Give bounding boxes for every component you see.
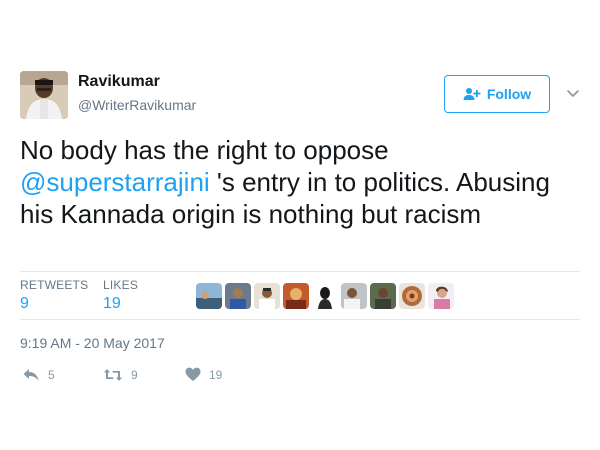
retweet-button[interactable]: 9 bbox=[103, 367, 138, 383]
tweet-text: No body has the right to oppose @superst… bbox=[20, 134, 580, 230]
liker-avatar[interactable] bbox=[399, 283, 425, 309]
liker-avatar[interactable] bbox=[428, 283, 454, 309]
like-button[interactable]: 19 bbox=[185, 367, 222, 382]
retweets-label: RETWEETS bbox=[20, 278, 89, 292]
reply-icon bbox=[23, 369, 39, 381]
like-count: 19 bbox=[209, 367, 223, 382]
liker-avatar[interactable] bbox=[283, 283, 309, 309]
retweets-count[interactable]: 9 bbox=[20, 295, 29, 313]
liker-avatar[interactable] bbox=[254, 283, 280, 309]
author-avatar-image bbox=[20, 71, 68, 119]
reply-button[interactable]: 5 bbox=[22, 367, 55, 383]
author-avatar[interactable] bbox=[20, 71, 68, 119]
liker-avatar[interactable] bbox=[312, 283, 338, 309]
tweet-timestamp[interactable]: 9:19 AM - 20 May 2017 bbox=[20, 335, 165, 351]
add-user-icon bbox=[463, 88, 481, 100]
likes-count[interactable]: 19 bbox=[103, 295, 121, 313]
retweet-icon bbox=[104, 369, 122, 381]
tweet-mention-link[interactable]: @superstarrajini bbox=[20, 167, 210, 197]
likes-label: LIKES bbox=[103, 278, 139, 292]
liker-avatar[interactable] bbox=[370, 283, 396, 309]
follow-button-label: Follow bbox=[486, 86, 532, 102]
follow-button[interactable]: Follow bbox=[444, 75, 550, 113]
liker-avatar[interactable] bbox=[196, 283, 222, 309]
reply-count: 5 bbox=[48, 368, 55, 382]
author-handle[interactable]: @WriterRavikumar bbox=[78, 97, 196, 113]
stats-top-divider bbox=[20, 271, 580, 272]
chevron-down-icon[interactable] bbox=[566, 86, 580, 100]
author-name[interactable]: Ravikumar bbox=[78, 73, 160, 91]
stats-bottom-divider bbox=[20, 319, 580, 320]
liker-avatar[interactable] bbox=[225, 283, 251, 309]
liker-avatar[interactable] bbox=[341, 283, 367, 309]
heart-icon bbox=[185, 367, 201, 381]
retweet-count: 9 bbox=[131, 368, 138, 382]
tweet-text-before: No body has the right to oppose bbox=[20, 135, 389, 165]
